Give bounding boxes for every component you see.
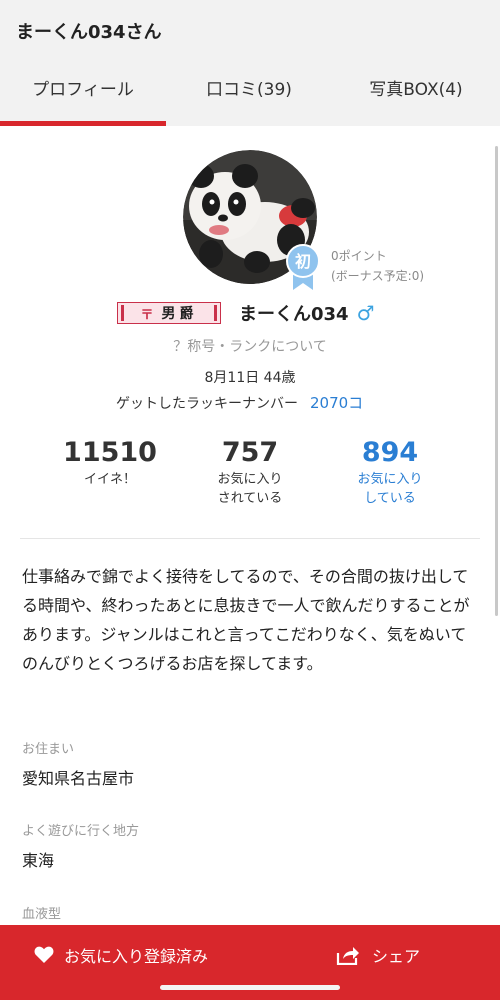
residence-value: 愛知県名古屋市 (22, 769, 135, 788)
stat-likes-label: イイネ！ (83, 472, 136, 487)
home-indicator (160, 985, 340, 990)
share-button-label: シェア (372, 947, 421, 966)
tab-bar: プロフィール 口コミ(39) 写真BOX(4) (0, 60, 500, 126)
favorite-button[interactable]: お気に入り登録済み (34, 943, 208, 967)
stat-favoriting-value[interactable]: 894 (320, 436, 460, 470)
points-value: 0ポイント (331, 249, 387, 263)
residence-label: お住まい (22, 742, 75, 757)
title-badge[interactable]: 〒 男爵 (117, 302, 221, 324)
stat-likes-value: 11510 (63, 437, 157, 468)
heart-icon (34, 946, 54, 963)
frequent-area-value: 東海 (22, 851, 55, 870)
male-symbol-icon: ♂ (356, 301, 375, 325)
blood-type-label: 血液型 (22, 907, 62, 922)
title-badge-mark: 〒 (140, 307, 158, 323)
share-button[interactable]: シェア (336, 943, 420, 967)
self-introduction: 仕事絡みで錦でよく接待をしてるので、その合間の抜け出してる時間や、終わったあとに… (22, 567, 470, 673)
rank-info-link[interactable]: ？称号・ランクについて (0, 336, 500, 356)
rank-badge-label: 初 (295, 252, 311, 271)
stat-favorited-by-value: 757 (221, 437, 279, 468)
bonus-points: (ボーナス予定:0) (331, 269, 425, 283)
stat-favoriting-label-2[interactable]: している (320, 489, 460, 508)
stat-favoriting[interactable]: 894 お気に入り している (320, 436, 460, 508)
title-badge-text: 男爵 (161, 306, 198, 322)
username: まーくん034 (239, 304, 349, 325)
tab-photo-box[interactable]: 写真BOX(4) (332, 60, 500, 126)
divider (20, 538, 480, 539)
frequent-area-label: よく遊びに行く地方 (22, 824, 140, 839)
tab-reviews[interactable]: 口コミ(39) (166, 60, 332, 126)
profile-card: 初 0ポイント (ボーナス予定:0) 〒 男爵 まーくん034 ♂ ？称号・ラン… (0, 126, 500, 926)
page-title: まーくん034さん (16, 22, 162, 43)
beginner-rank-badge-icon: 初 (286, 244, 320, 290)
lucky-number-value[interactable]: 2070コ (310, 392, 363, 413)
points-info: 0ポイント (ボーナス予定:0) (331, 246, 424, 286)
stat-favoriting-label-1[interactable]: お気に入り (320, 470, 460, 489)
stat-likes: 11510 イイネ！ (40, 436, 180, 489)
lucky-number-label: ゲットしたラッキーナンバー (116, 396, 298, 412)
tab-profile[interactable]: プロフィール (0, 60, 166, 126)
share-icon (336, 947, 359, 965)
title-row: 〒 男爵 まーくん034 ♂ (117, 300, 375, 326)
stat-favorited-by-label-1: お気に入り (217, 472, 283, 487)
birthday-age: 8月11日 44歳 (204, 370, 296, 386)
favorite-button-label: お気に入り登録済み (64, 947, 209, 966)
app-header: まーくん034さん (0, 0, 500, 60)
stat-favorited-by-label-2: されている (217, 491, 283, 506)
bottom-action-bar: お気に入り登録済み シェア (0, 925, 500, 1000)
stat-favorited-by: 757 お気に入り されている (180, 436, 320, 508)
stats-row: 11510 イイネ！ 757 お気に入り されている 894 お気に入り してい… (40, 436, 460, 516)
lucky-number-row: ゲットしたラッキーナンバー 2070コ (116, 392, 363, 413)
